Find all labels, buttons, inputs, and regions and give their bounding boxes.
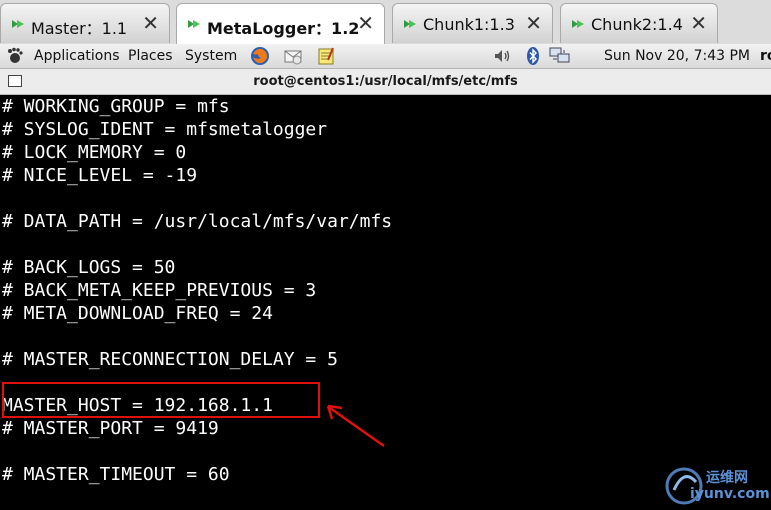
menu-places[interactable]: Places (128, 48, 173, 64)
tab-label: Chunk1:1.3 (423, 15, 515, 34)
watermark-url: iyunv.com (690, 486, 770, 502)
terminal-line: # BACK_LOGS = 50 (2, 257, 176, 278)
terminal-tab-icon (572, 20, 584, 28)
close-icon[interactable]: ✕ (142, 12, 159, 34)
tab-strip: Master：1.1 ✕ MetaLogger：1.2 ✕ Chunk1:1.3… (0, 0, 771, 45)
terminal-line: # WORKING_GROUP = mfs (2, 96, 230, 117)
terminal-line: # MASTER_TIMEOUT = 60 (2, 464, 230, 485)
terminal-line: # DATA_PATH = /usr/local/mfs/var/mfs (2, 211, 393, 232)
network-icon[interactable] (548, 46, 572, 66)
notes-icon[interactable] (316, 46, 336, 66)
gnome-top-panel: Applications Places System Sun Nov 20, 7… (0, 44, 771, 69)
volume-icon[interactable] (492, 46, 512, 66)
terminal-line: # LOCK_MEMORY = 0 (2, 142, 187, 163)
bluetooth-icon[interactable] (523, 46, 543, 66)
terminal-titlebar[interactable]: root@centos1:/usr/local/mfs/etc/mfs (0, 69, 771, 95)
tab-label: MetaLogger：1.2 (207, 19, 360, 38)
tab-chunk2[interactable]: Chunk2:1.4 ✕ (560, 3, 718, 43)
watermark-text: 运维网 (706, 470, 748, 486)
tab-chunk1[interactable]: Chunk1:1.3 ✕ (392, 3, 553, 43)
clock[interactable]: Sun Nov 20, 7:43 PM (604, 48, 750, 64)
terminal-line: # META_DOWNLOAD_FREQ = 24 (2, 303, 273, 324)
annotation-highlight-box (2, 382, 320, 418)
close-icon[interactable]: ✕ (525, 12, 542, 34)
menu-system[interactable]: System (185, 48, 237, 64)
terminal-line: # NICE_LEVEL = -19 (2, 165, 198, 186)
gnome-foot-icon[interactable] (6, 47, 24, 65)
menu-applications[interactable]: Applications (34, 48, 120, 64)
terminal-line: # MASTER_RECONNECTION_DELAY = 5 (2, 349, 338, 370)
terminal-tab-icon (404, 20, 416, 28)
tab-metalogger[interactable]: MetaLogger：1.2 ✕ (176, 3, 385, 45)
close-icon[interactable]: ✕ (357, 12, 374, 34)
tab-label: Chunk2:1.4 (591, 15, 683, 34)
close-icon[interactable]: ✕ (690, 12, 707, 34)
annotation-arrow-icon (326, 404, 385, 448)
tab-master[interactable]: Master：1.1 ✕ (0, 3, 170, 43)
terminal-tab-icon (12, 20, 24, 28)
terminal-line: # SYSLOG_IDENT = mfsmetalogger (2, 119, 328, 140)
window-title: root@centos1:/usr/local/mfs/etc/mfs (253, 74, 518, 89)
terminal-line: # BACK_META_KEEP_PREVIOUS = 3 (2, 280, 317, 301)
user-menu[interactable]: ro (760, 48, 771, 64)
tab-label: Master：1.1 (31, 19, 128, 38)
terminal-tab-icon (188, 20, 200, 28)
firefox-icon[interactable] (250, 46, 270, 66)
mail-icon[interactable] (283, 46, 303, 66)
